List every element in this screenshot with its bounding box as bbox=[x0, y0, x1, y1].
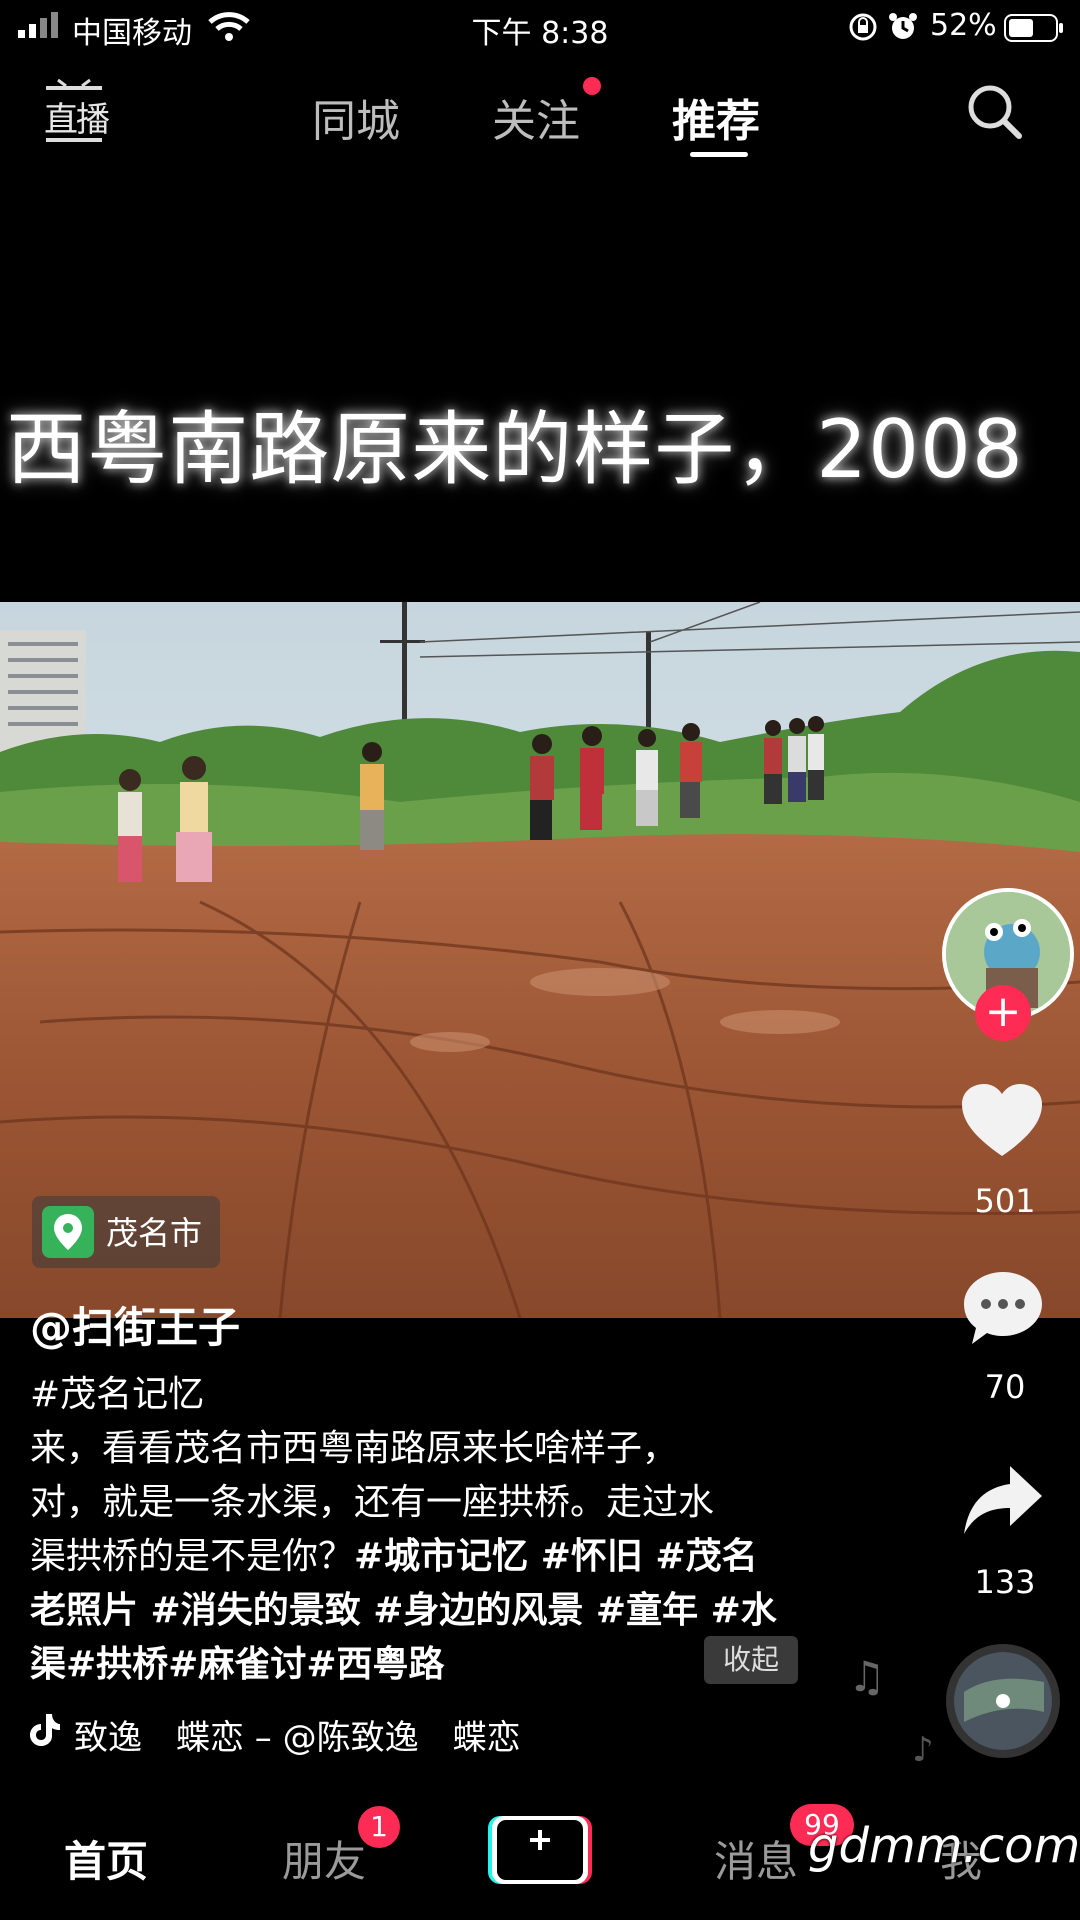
music-disc[interactable] bbox=[946, 1644, 1060, 1758]
search-icon[interactable] bbox=[965, 82, 1025, 142]
music-info[interactable]: 致逸 蝶恋 – @陈致逸 蝶恋 bbox=[30, 1708, 570, 1758]
follow-button[interactable]: + bbox=[975, 985, 1031, 1041]
music-note-icon: ♫ bbox=[848, 1652, 886, 1701]
alarm-icon bbox=[889, 13, 917, 39]
bottom-nav: 首页 朋友 1 消息 99 我 gdmm.com bbox=[0, 1790, 1080, 1920]
description-text: 对，就是一条水渠，还有一座拱桥。走过水 bbox=[30, 1482, 715, 1523]
description-line: 对，就是一条水渠，还有一座拱桥。走过水 bbox=[30, 1476, 830, 1530]
status-bar: 中国移动 下午 8:38 52% bbox=[0, 0, 1080, 56]
album-cover bbox=[954, 1652, 1052, 1750]
music-title: 致逸 蝶恋 – @陈致逸 蝶恋 bbox=[74, 1718, 521, 1758]
location-pin-icon bbox=[42, 1206, 94, 1258]
watermark: gdmm.com bbox=[808, 1818, 1080, 1874]
description-text: 渠拱桥的是不是你？ bbox=[30, 1536, 355, 1577]
live-label: 直播 bbox=[44, 100, 110, 140]
collapse-button[interactable]: 收起 bbox=[704, 1636, 798, 1684]
share-icon[interactable] bbox=[962, 1462, 1044, 1538]
comment-icon[interactable] bbox=[962, 1268, 1044, 1348]
description-line: #茂名记忆 bbox=[30, 1368, 830, 1422]
plus-icon bbox=[488, 1816, 592, 1884]
hashtag-link[interactable]: 渠#拱桥#麻雀讨#西粤路 bbox=[30, 1644, 445, 1685]
hashtag-link[interactable]: 老照片 #消失的景致 #身边的风景 #童年 #水 bbox=[30, 1590, 777, 1631]
like-count: 501 bbox=[974, 1182, 1036, 1220]
following-notification-dot bbox=[583, 77, 601, 95]
tiktok-note-icon bbox=[30, 1714, 60, 1746]
battery-percent: 52% bbox=[930, 8, 997, 43]
share-count: 133 bbox=[974, 1563, 1036, 1601]
heart-icon[interactable] bbox=[960, 1082, 1044, 1160]
comment-count: 70 bbox=[984, 1368, 1026, 1406]
description-line: 来，看看茂名市西粤南路原来长啥样子， bbox=[30, 1422, 830, 1476]
video-caption-overlay: 西粤南路原来的样子，2008 bbox=[6, 403, 1024, 496]
location-name: 茂名市 bbox=[106, 1214, 203, 1252]
tab-following[interactable]: 关注 bbox=[492, 85, 580, 149]
rotation-lock-icon bbox=[849, 13, 877, 41]
nav-home[interactable]: 首页 bbox=[64, 1828, 148, 1889]
description-text: #茂名记忆 bbox=[30, 1374, 205, 1415]
nav-friends[interactable]: 朋友 bbox=[282, 1828, 366, 1889]
tab-recommend[interactable]: 推荐 bbox=[672, 85, 760, 149]
active-tab-indicator bbox=[690, 152, 748, 157]
battery-icon bbox=[1004, 14, 1063, 42]
hashtag-link[interactable]: #城市记忆 #怀旧 #茂名 bbox=[354, 1536, 758, 1577]
description-line: 老照片 #消失的景致 #身边的风景 #童年 #水 bbox=[30, 1584, 830, 1638]
author-name[interactable]: @扫街王子 bbox=[30, 1294, 240, 1355]
description-text: 来，看看茂名市西粤南路原来长啥样子， bbox=[30, 1428, 679, 1469]
description-line: 渠拱桥的是不是你？#城市记忆 #怀旧 #茂名 bbox=[30, 1530, 830, 1584]
nav-messages[interactable]: 消息 bbox=[714, 1828, 798, 1889]
clock-time: 下午 8:38 bbox=[471, 16, 609, 51]
music-note-icon: ♪ bbox=[912, 1730, 934, 1770]
create-button[interactable] bbox=[488, 1814, 592, 1886]
location-tag[interactable]: 茂名市 bbox=[32, 1196, 220, 1268]
tab-nearby[interactable]: 同城 bbox=[312, 85, 400, 149]
friends-badge: 1 bbox=[358, 1806, 400, 1848]
